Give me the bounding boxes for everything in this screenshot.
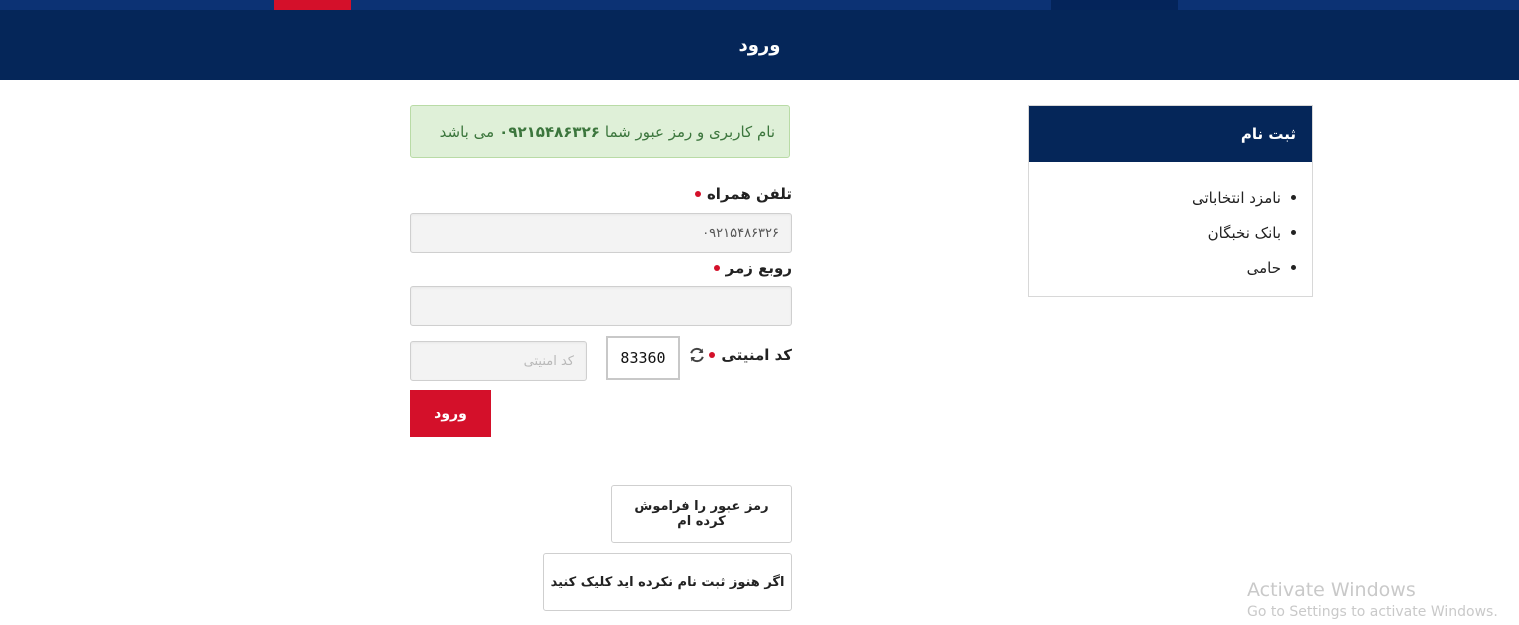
alert-text-prefix: نام کاربری و رمز عبور شما [604, 122, 775, 141]
success-alert: نام کاربری و رمز عبور شما ۰۹۲۱۵۴۸۶۳۲۶ می… [410, 105, 790, 158]
register-panel-header: ثبت نام [1029, 106, 1312, 162]
alert-credentials-number: ۰۹۲۱۵۴۸۶۳۲۶ [499, 122, 600, 141]
watermark-subtitle: Go to Settings to activate Windows. [1247, 604, 1498, 620]
nav-segment [1051, 0, 1178, 10]
login-button[interactable]: ورود [410, 390, 491, 437]
phone-input[interactable] [410, 213, 792, 253]
required-indicator [713, 265, 720, 271]
activate-windows-watermark: Activate Windows Go to Settings to activ… [1247, 578, 1498, 622]
register-option-elite-bank[interactable]: بانک نخبگان [1029, 215, 1296, 250]
register-panel-title: ثبت نام [1240, 125, 1296, 143]
bullet-icon [1291, 265, 1296, 270]
captcha-label-text: کد امنیتی [721, 346, 792, 364]
phone-label-text: تلفن همراه [706, 185, 792, 203]
phone-label: تلفن همراه [694, 185, 792, 203]
page-title: ورود [738, 34, 781, 56]
watermark-title: Activate Windows [1247, 579, 1416, 601]
register-option-label: بانک نخبگان [1207, 223, 1281, 242]
register-option-candidate[interactable]: نامزد انتخاباتی [1029, 180, 1296, 215]
top-accent-strip [0, 0, 1519, 10]
bullet-icon [1291, 230, 1296, 235]
password-label-text: روبع زمر [725, 259, 792, 277]
forgot-password-button[interactable]: رمز عبور را فراموش کرده ام [611, 485, 792, 543]
page-title-bar: ورود [0, 10, 1519, 80]
password-input[interactable] [410, 286, 792, 326]
refresh-icon-svg [690, 347, 704, 363]
captcha-input[interactable] [410, 341, 587, 381]
register-link-button[interactable]: اگر هنوز ثبت نام نکرده اید کلیک کنید [543, 553, 792, 611]
active-nav-indicator [274, 0, 351, 10]
register-option-supporter[interactable]: حامی [1029, 250, 1296, 285]
required-indicator [709, 352, 716, 358]
register-panel: ثبت نام نامزد انتخاباتی بانک نخبگان حامی [1028, 105, 1313, 297]
register-option-label: حامی [1246, 258, 1281, 277]
bullet-icon [1291, 195, 1296, 200]
captcha-image: 83360 [606, 336, 680, 380]
refresh-icon[interactable] [688, 346, 706, 364]
captcha-code: 83360 [620, 349, 666, 367]
required-indicator [694, 191, 701, 197]
register-option-label: نامزد انتخاباتی [1191, 188, 1281, 207]
register-options-list: نامزد انتخاباتی بانک نخبگان حامی [1029, 162, 1312, 285]
captcha-label: کد امنیتی [709, 346, 792, 364]
password-label: روبع زمر [713, 259, 792, 277]
alert-text-suffix: می باشد [439, 122, 495, 141]
